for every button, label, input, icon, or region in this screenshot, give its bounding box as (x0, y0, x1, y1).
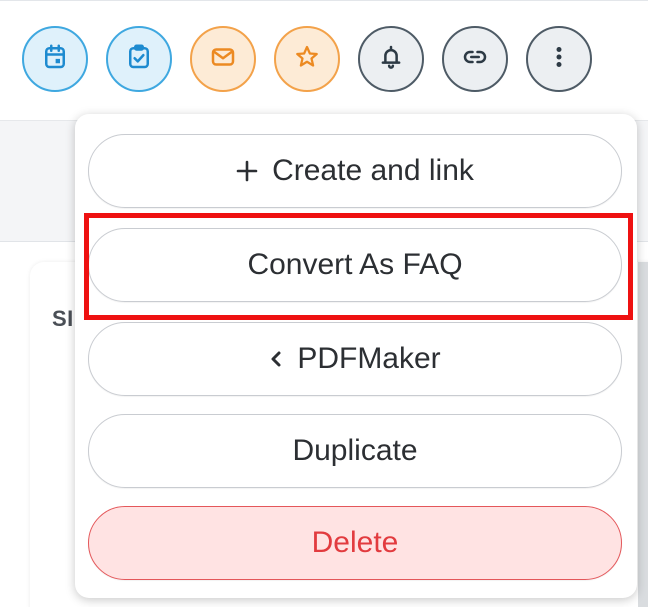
plus-icon (236, 160, 258, 182)
create-and-link-button[interactable]: Create and link (88, 134, 622, 208)
delete-button[interactable]: Delete (88, 506, 622, 580)
chevron-left-icon (269, 350, 283, 368)
top-divider (0, 0, 648, 1)
convert-as-faq-button[interactable]: Convert As FAQ (88, 228, 622, 302)
notification-button[interactable] (358, 26, 424, 92)
background-card-label: SI (52, 306, 74, 331)
delete-label: Delete (311, 526, 399, 559)
link-button[interactable] (442, 26, 508, 92)
calendar-icon (40, 42, 70, 77)
screen: SI Create and link Convert As FAQ PDFMak… (0, 0, 648, 607)
bell-icon (376, 42, 406, 77)
duplicate-button[interactable]: Duplicate (88, 414, 622, 488)
mail-button[interactable] (190, 26, 256, 92)
create-and-link-label: Create and link (272, 154, 474, 187)
star-icon (292, 42, 322, 77)
duplicate-label: Duplicate (292, 434, 418, 467)
more-actions-menu: Create and link Convert As FAQ PDFMaker … (75, 114, 637, 598)
more-vertical-icon (544, 42, 574, 77)
pdfmaker-button[interactable]: PDFMaker (88, 322, 622, 396)
more-button[interactable] (526, 26, 592, 92)
calendar-button[interactable] (22, 26, 88, 92)
convert-as-faq-label: Convert As FAQ (247, 248, 463, 281)
task-icon (124, 42, 154, 77)
mail-icon (208, 42, 238, 77)
link-icon (460, 42, 490, 77)
record-toolbar (22, 26, 592, 96)
pdfmaker-label: PDFMaker (297, 342, 441, 375)
star-button[interactable] (274, 26, 340, 92)
scrollbar-track[interactable] (638, 262, 648, 607)
task-button[interactable] (106, 26, 172, 92)
